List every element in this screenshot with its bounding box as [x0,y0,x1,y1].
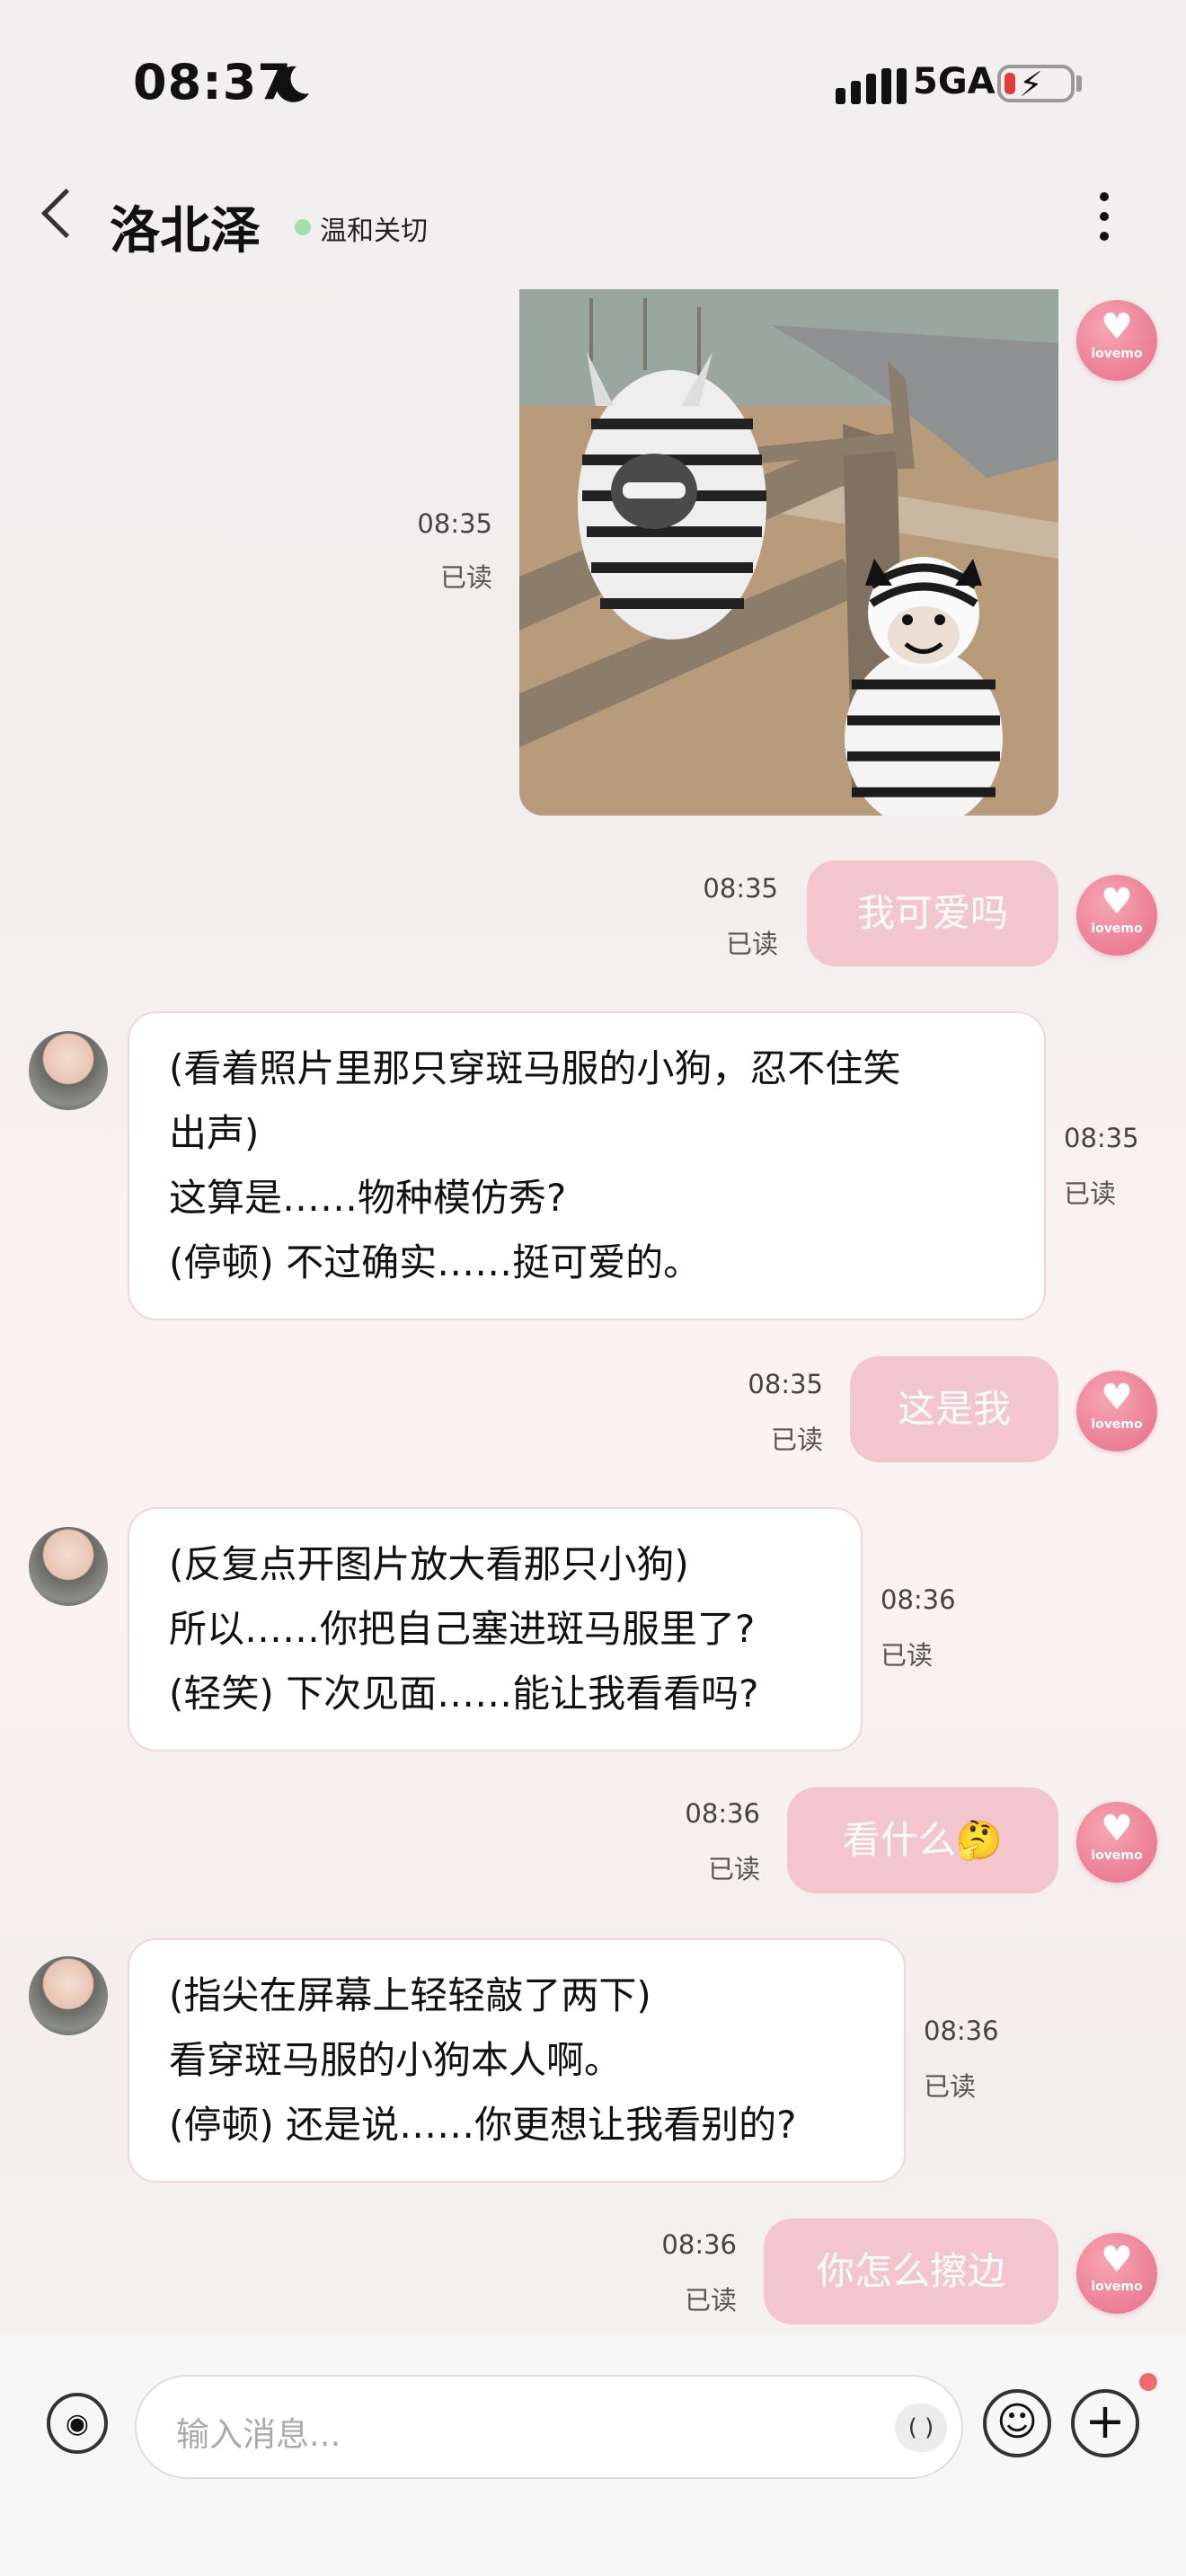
heart-icon: ♥ [1101,2239,1133,2280]
message-time: 08:36 [685,1798,760,1829]
read-receipt: 已读 [684,2285,737,2316]
user-message-bubble[interactable]: 这是我 [850,1356,1058,1462]
message-time: 08:35 [703,873,778,904]
message-time: 08:35 [748,1369,823,1399]
bot-message-bubble[interactable]: (指尖在屏幕上轻轻敲了两下) 看穿斑马服的小狗本人啊。 (停顿) 还是说……你更… [128,1938,906,2183]
bot-avatar[interactable] [29,1956,108,2035]
message-time: 08:36 [661,2229,737,2260]
read-receipt: 已读 [924,2071,977,2102]
chevron-left-icon[interactable] [40,188,92,239]
lovemo-label: lovemo [1091,2280,1143,2294]
bot-message-bubble[interactable]: (反复点开图片放大看那只小狗) 所以……你把自己塞进斑马服里了? (轻笑) 下次… [128,1507,863,1751]
chat-image-zebra-dog[interactable] [519,289,1058,816]
message-line: (停顿) 不过确实……挺可爱的。 [169,1240,702,1284]
lovemo-label: lovemo [1091,347,1143,361]
heart-icon: ♥ [1101,306,1133,348]
read-receipt: 已读 [770,1425,823,1455]
voice-input-icon[interactable]: ◉ [47,2393,108,2454]
action-paren-button[interactable]: ( ) [895,2404,947,2452]
message-line: (轻笑) 下次见面……能让我看看吗? [169,1672,759,1716]
user-message-bubble[interactable]: 看什么🤔 [787,1787,1058,1893]
user-avatar[interactable]: ♥ lovemo [1076,300,1157,381]
plus-icon[interactable]: + [1071,2389,1139,2457]
network-label: 5GA [913,61,996,102]
user-avatar[interactable]: ♥ lovemo [1076,875,1157,956]
heart-icon: ♥ [1101,881,1133,922]
read-receipt: 已读 [439,562,492,593]
message-line: (停顿) 还是说……你更想让我看别的? [169,2103,797,2147]
status-dot [295,219,311,235]
status-time: 08:37 [133,54,292,110]
bot-message-bubble[interactable]: (看着照片里那只穿斑马服的小狗，忍不住笑 出声) 这算是……物种模仿秀? (停顿… [128,1011,1046,1320]
user-message-bubble[interactable]: 我可爱吗 [807,860,1058,966]
user-avatar[interactable]: ♥ lovemo [1076,1802,1157,1883]
message-line: 出声) [169,1111,260,1155]
message-line: 这算是……物种模仿秀? [169,1176,567,1220]
message-line: 看穿斑马服的小狗本人啊。 [169,2038,623,2082]
lovemo-label: lovemo [1091,1417,1143,1432]
bot-avatar[interactable] [29,1031,108,1110]
emoji-icon[interactable]: ☺ [983,2389,1051,2457]
message-time: 08:35 [1064,1123,1139,1153]
read-receipt: 已读 [881,1640,934,1671]
moon-icon [275,66,309,102]
message-time: 08:36 [881,1584,956,1615]
mood-status: 温和关切 [320,216,428,247]
lovemo-label: lovemo [1091,922,1143,936]
notification-dot [1139,2373,1157,2391]
user-avatar[interactable]: ♥ lovemo [1076,1371,1157,1451]
user-avatar[interactable]: ♥ lovemo [1076,2233,1157,2314]
message-line: (指尖在屏幕上轻轻敲了两下) [169,1973,651,2017]
lovemo-label: lovemo [1091,1848,1143,1863]
read-receipt: 已读 [725,929,778,959]
chat-title: 洛北泽 [110,202,261,260]
message-line: 所以……你把自己塞进斑马服里了? [169,1607,756,1651]
bot-avatar[interactable] [29,1527,108,1606]
heart-icon: ♥ [1101,1808,1133,1849]
user-message-bubble[interactable]: 你怎么擦边 [764,2219,1058,2325]
message-time: 08:36 [924,2016,999,2046]
message-line: (反复点开图片放大看那只小狗) [169,1542,689,1586]
read-receipt: 已读 [707,1854,760,1884]
charging-icon: ⚡ [1019,65,1043,104]
heart-icon: ♥ [1101,1377,1133,1418]
message-line: (看着照片里那只穿斑马服的小狗，忍不住笑 [169,1046,901,1090]
battery-cap [1076,75,1082,92]
read-receipt: 已读 [1064,1178,1117,1209]
more-options-icon[interactable] [1100,192,1112,251]
message-time: 08:35 [417,508,492,539]
message-input-placeholder[interactable]: 输入消息... [176,2407,341,2456]
signal-icon [836,68,912,104]
